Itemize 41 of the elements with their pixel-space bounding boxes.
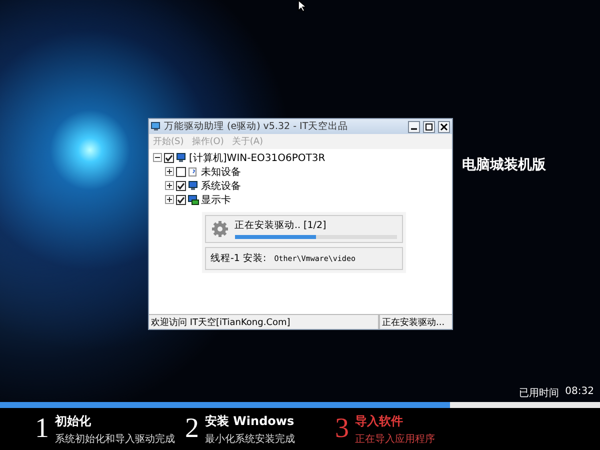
minimize-icon <box>411 128 417 130</box>
checkbox[interactable] <box>176 180 186 190</box>
checkbox[interactable] <box>176 166 186 176</box>
close-icon <box>440 122 448 130</box>
app-icon <box>151 122 161 131</box>
computer-icon <box>176 152 187 162</box>
step-subtitle: 正在导入应用程序 <box>355 432 435 446</box>
tree-item[interactable]: 显示卡 <box>201 192 231 206</box>
tree-item[interactable]: 未知设备 <box>201 164 241 178</box>
gear-icon <box>210 220 228 238</box>
step-title: 初始化 <box>55 412 92 430</box>
collapse-icon[interactable] <box>153 153 162 162</box>
tree-item[interactable]: 系统设备 <box>201 178 241 192</box>
display-card-icon <box>188 194 199 204</box>
elapsed-label: 已用时间 <box>519 386 560 400</box>
close-button[interactable] <box>438 120 450 132</box>
expand-icon[interactable] <box>165 167 174 176</box>
step-number: 2 <box>185 415 199 443</box>
checkbox[interactable] <box>164 152 174 162</box>
thread-label: 线程-1 安装: <box>210 252 266 265</box>
expand-icon[interactable] <box>165 181 174 190</box>
step-number: 1 <box>35 415 49 443</box>
banner-text: 电脑城装机版 <box>462 156 546 174</box>
computer-icon <box>188 180 199 190</box>
unknown-device-icon <box>188 166 199 176</box>
status-text: 正在安装驱动... <box>379 315 452 329</box>
elapsed-time: 08:32 <box>565 386 594 399</box>
step-title: 导入软件 <box>355 412 404 430</box>
minimize-button[interactable] <box>408 120 420 132</box>
step-title: 安装 Windows <box>205 412 295 430</box>
window-title: 万能驱动助理 (e驱动) v5.32 - IT天空出品 <box>164 120 350 133</box>
step-subtitle: 最小化系统安装完成 <box>205 432 295 446</box>
expand-icon[interactable] <box>165 195 174 204</box>
checkbox[interactable] <box>176 194 186 204</box>
maximize-button[interactable] <box>423 120 435 132</box>
step-subtitle: 系统初始化和导入驱动完成 <box>55 432 175 446</box>
install-status-text: 正在安装驱动.. [1/2] <box>234 219 328 232</box>
tree-item[interactable]: [计算机]WIN-EO31O6POT3R <box>189 150 326 164</box>
maximize-icon <box>425 122 433 130</box>
status-text: 欢迎访问 IT天空[iTianKong.Com] <box>149 315 379 329</box>
step-number: 3 <box>335 415 349 443</box>
